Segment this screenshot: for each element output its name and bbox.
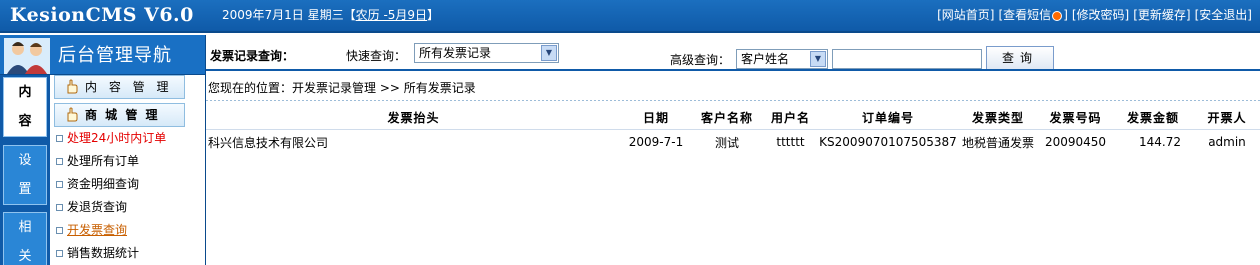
sidebar-title-bar: 后台管理导航 <box>0 35 205 75</box>
sidebar-tab-content-char1: 内 <box>18 85 32 100</box>
hand-pointer-icon <box>67 107 78 122</box>
query-title: 发票记录查询： <box>210 49 295 63</box>
top-links: [网站首页] [查看短信0] [修改密码] [更新缓存] [安全退出] <box>937 6 1252 23</box>
col-header-invoice-no: 发票号码 <box>1038 107 1113 130</box>
hand-pointer-icon <box>67 79 78 94</box>
breadcrumb: 您现在的位置：开发票记录管理 >> 所有发票记录 <box>208 81 476 95</box>
link-view-messages[interactable]: [查看短信0] <box>999 6 1068 23</box>
main-content: 发票记录查询： 快速查询： 所有发票记录 ▼ 高级查询： 客户姓名 ▼ 查询 您… <box>205 35 1260 265</box>
sidebar-tab-related-char2: 关 <box>18 249 32 264</box>
search-button[interactable]: 查询 <box>986 46 1054 70</box>
quick-query-label: 快速查询： <box>346 49 407 63</box>
col-header-username: 用户名 <box>763 107 818 130</box>
menu-item-shipping-returns[interactable]: 发退货查询 <box>54 197 127 217</box>
advanced-query-value: 客户姓名 <box>741 52 790 66</box>
chevron-down-icon: ▼ <box>541 45 557 61</box>
cell-invoice-no: 20090450 <box>1044 135 1107 150</box>
col-header-issuer: 开票人 <box>1193 107 1260 130</box>
quick-query-value: 所有发票记录 <box>419 46 492 60</box>
sidebar-title: 后台管理导航 <box>58 45 172 66</box>
sidebar-tab-settings-char1: 设 <box>18 153 32 168</box>
cell-invoice-title: 科兴信息技术有限公司 <box>208 135 329 150</box>
col-header-invoice-type: 发票类型 <box>958 107 1038 130</box>
menu-item-orders-24h[interactable]: 处理24小时内订单 <box>54 128 166 148</box>
sidebar-menu-panel: 内 容 管 理 商 城 管 理 处理24小时内订单 处理所有订单 资金明细查询 … <box>50 75 205 265</box>
menu-item-fund-details[interactable]: 资金明细查询 <box>54 174 139 194</box>
col-header-amount: 发票金额 <box>1113 107 1193 130</box>
query-bar: 发票记录查询： 快速查询： 所有发票记录 ▼ 高级查询： 客户姓名 ▼ 查询 <box>206 39 1260 70</box>
cell-amount: 144.72 <box>1139 135 1181 150</box>
search-input[interactable] <box>832 49 982 69</box>
cell-invoice-type: 地税普通发票 <box>961 135 1034 150</box>
lunar-date-link[interactable]: 农历 -5月9日 <box>356 8 427 22</box>
brand-logo: KesionCMS V6.0 <box>10 4 194 26</box>
message-count-badge: 0 <box>1052 10 1063 21</box>
link-site-home[interactable]: [网站首页] <box>937 6 994 23</box>
left-sidebar: 后台管理导航 内 容 设 置 相 关 内 容 管 理 商 城 管 理 处理24小… <box>0 35 205 265</box>
users-avatar-icon <box>4 38 50 74</box>
chevron-down-icon: ▼ <box>810 51 826 67</box>
sidebar-tab-related[interactable]: 相 关 <box>3 212 47 265</box>
date-text-end: 】 <box>427 8 440 22</box>
col-header-date: 日期 <box>621 107 691 130</box>
col-header-customer: 客户名称 <box>691 107 763 130</box>
mall-management-button[interactable]: 商 城 管 理 <box>54 103 185 127</box>
sidebar-tab-content[interactable]: 内 容 <box>3 77 47 137</box>
invoice-table: 发票抬头 日期 客户名称 用户名 订单编号 发票类型 发票号码 发票金额 开票人… <box>206 107 1260 155</box>
sidebar-tab-content-char2: 容 <box>18 114 32 129</box>
table-row[interactable]: 科兴信息技术有限公司 2009-7-1 测试 tttttt KS20090701… <box>206 129 1260 155</box>
divider <box>206 100 1260 101</box>
menu-item-all-orders[interactable]: 处理所有订单 <box>54 151 139 171</box>
sidebar-tab-settings-char2: 置 <box>18 182 32 197</box>
cell-customer: 测试 <box>714 135 739 150</box>
quick-query-select[interactable]: 所有发票记录 ▼ <box>414 43 559 63</box>
sidebar-tab-related-char1: 相 <box>18 220 32 235</box>
sidebar-tab-settings[interactable]: 设 置 <box>3 145 47 205</box>
link-view-messages-close: ] <box>1063 8 1068 22</box>
cell-username: tttttt <box>776 135 805 150</box>
advanced-query-select[interactable]: 客户姓名 ▼ <box>736 49 828 69</box>
col-header-order-no: 订单编号 <box>818 107 958 130</box>
mall-management-label: 商 城 管 理 <box>85 108 160 122</box>
advanced-query-label: 高级查询： <box>670 53 731 67</box>
menu-item-sales-stats[interactable]: 销售数据统计 <box>54 243 139 263</box>
link-change-password[interactable]: [修改密码] <box>1072 6 1129 23</box>
cell-issuer: admin <box>1208 135 1246 150</box>
cell-date: 2009-7-1 <box>628 135 684 150</box>
link-view-messages-label: [查看短信 <box>998 8 1052 22</box>
divider <box>206 69 1260 71</box>
content-management-button[interactable]: 内 容 管 理 <box>54 75 185 99</box>
menu-item-invoice-query[interactable]: 开发票查询 <box>54 220 127 240</box>
col-header-invoice-title: 发票抬头 <box>206 107 621 130</box>
link-refresh-cache[interactable]: [更新缓存] <box>1133 6 1190 23</box>
link-logout[interactable]: [安全退出] <box>1195 6 1252 23</box>
top-header: KesionCMS V6.0 2009年7月1日 星期三【农历 -5月9日】 [… <box>0 0 1260 33</box>
date-display: 2009年7月1日 星期三【农历 -5月9日】 <box>222 6 439 23</box>
table-header-row: 发票抬头 日期 客户名称 用户名 订单编号 发票类型 发票号码 发票金额 开票人 <box>206 107 1260 130</box>
content-management-label: 内 容 管 理 <box>85 80 173 94</box>
date-text: 2009年7月1日 星期三【 <box>222 8 356 22</box>
cell-order-no: KS2009070107505387 <box>819 135 957 150</box>
